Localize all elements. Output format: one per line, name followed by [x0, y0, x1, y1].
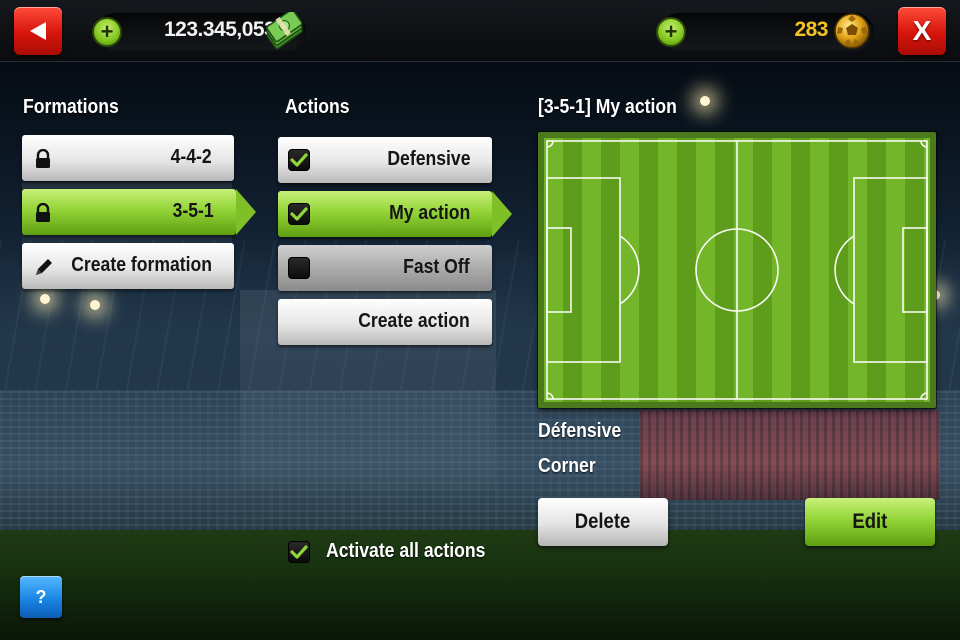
action-label: Defensive [386, 148, 470, 170]
activate-all-label: Activate all actions [326, 540, 486, 562]
floodlight [40, 294, 50, 304]
activate-all-checkbox[interactable] [288, 541, 310, 563]
delete-button[interactable]: Delete [538, 498, 668, 546]
formation-item-3-5-1[interactable]: 3-5-1 [22, 189, 256, 235]
lock-icon [36, 149, 50, 168]
pitch-field [544, 138, 930, 402]
coins-value: 283 [794, 18, 828, 41]
detail-line-1: Défensive [538, 420, 622, 442]
close-icon: X [912, 15, 932, 46]
money-value: 123.345,053 [164, 18, 276, 41]
back-button[interactable] [14, 7, 62, 55]
check-icon [290, 207, 308, 221]
detail-heading: [3-5-1] My action [538, 96, 677, 118]
pitch-lines [546, 140, 928, 400]
close-button[interactable]: X [898, 7, 946, 55]
plus-icon: + [664, 19, 678, 44]
detail-line-2: Corner [538, 455, 596, 477]
action-label: Fast Off [403, 256, 470, 278]
delete-label: Delete [575, 510, 631, 533]
floodlight [700, 96, 710, 106]
action-item-fast-off[interactable]: Fast Off [278, 245, 492, 291]
action-checkbox[interactable] [288, 203, 310, 225]
lock-icon [36, 203, 50, 222]
add-coins-button[interactable]: + [656, 17, 686, 47]
create-action-button[interactable]: Create action [278, 299, 492, 345]
cash-icon [266, 12, 303, 50]
action-item-defensive[interactable]: Defensive [278, 137, 492, 183]
pencil-icon [36, 259, 52, 275]
help-button[interactable]: ? [20, 576, 62, 618]
edit-button[interactable]: Edit [805, 498, 935, 546]
check-icon [290, 153, 308, 167]
action-checkbox[interactable] [288, 149, 310, 171]
action-item-my-action[interactable]: My action [278, 191, 512, 237]
pitch-preview[interactable] [538, 132, 936, 408]
action-checkbox[interactable] [288, 257, 310, 279]
check-icon [290, 545, 308, 559]
create-formation-button[interactable]: Create formation [22, 243, 234, 289]
action-label: Create action [358, 310, 470, 332]
formation-item-4-4-2[interactable]: 4-4-2 [22, 135, 234, 181]
action-label: My action [388, 202, 470, 224]
actions-heading: Actions [285, 96, 350, 118]
formation-label: 3-5-1 [172, 200, 214, 222]
golden-ball-icon [834, 13, 870, 49]
help-icon: ? [35, 586, 47, 607]
plus-icon: + [100, 19, 114, 44]
stadium-stands-red [640, 410, 940, 500]
formations-heading: Formations [23, 96, 119, 118]
edit-label: Edit [852, 510, 888, 533]
add-money-button[interactable]: + [92, 17, 122, 47]
formation-label: 4-4-2 [170, 146, 212, 168]
back-arrow-icon [30, 22, 46, 40]
floodlight [90, 300, 100, 310]
formation-label: Create formation [71, 254, 212, 276]
